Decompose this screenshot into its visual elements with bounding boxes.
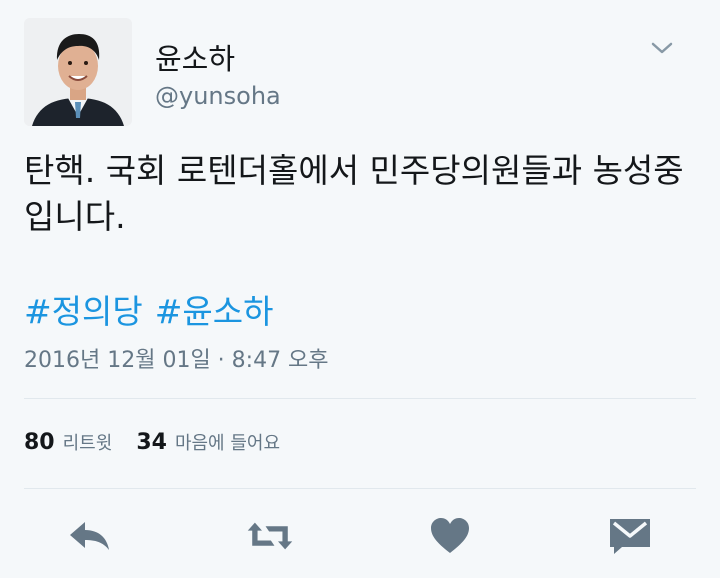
retweet-icon	[247, 522, 293, 550]
avatar[interactable]	[24, 18, 132, 126]
reply-button[interactable]	[66, 512, 114, 560]
direct-message-icon	[610, 519, 650, 554]
chevron-down-icon[interactable]	[650, 38, 674, 58]
tweet-stats: 80 리트윗 34 마음에 들어요	[24, 429, 304, 455]
divider	[24, 488, 696, 489]
retweet-label[interactable]: 리트윗	[63, 429, 113, 455]
profile-photo	[24, 18, 132, 126]
tweet-text: 탄핵. 국회 로텐더홀에서 민주당의원들과 농성중입니다.	[24, 151, 684, 236]
hashtag-link[interactable]: #윤소하	[155, 292, 274, 331]
retweet-count[interactable]: 80	[24, 430, 55, 455]
retweet-button[interactable]	[246, 512, 294, 560]
hashtag-list: #정의당 #윤소하	[24, 285, 285, 333]
like-label[interactable]: 마음에 들어요	[175, 429, 280, 455]
direct-message-button[interactable]	[606, 512, 654, 560]
like-button[interactable]	[426, 512, 474, 560]
reply-icon	[70, 522, 109, 550]
like-count[interactable]: 34	[136, 430, 167, 455]
divider	[24, 398, 696, 399]
hashtag-link[interactable]: #정의당	[24, 292, 143, 331]
author-handle[interactable]: @yunsoha	[155, 82, 281, 110]
tweet-timestamp[interactable]: 2016년 12월 01일 · 8:47 오후	[24, 342, 329, 374]
heart-icon	[431, 518, 469, 553]
author-name[interactable]: 윤소하	[155, 36, 235, 78]
